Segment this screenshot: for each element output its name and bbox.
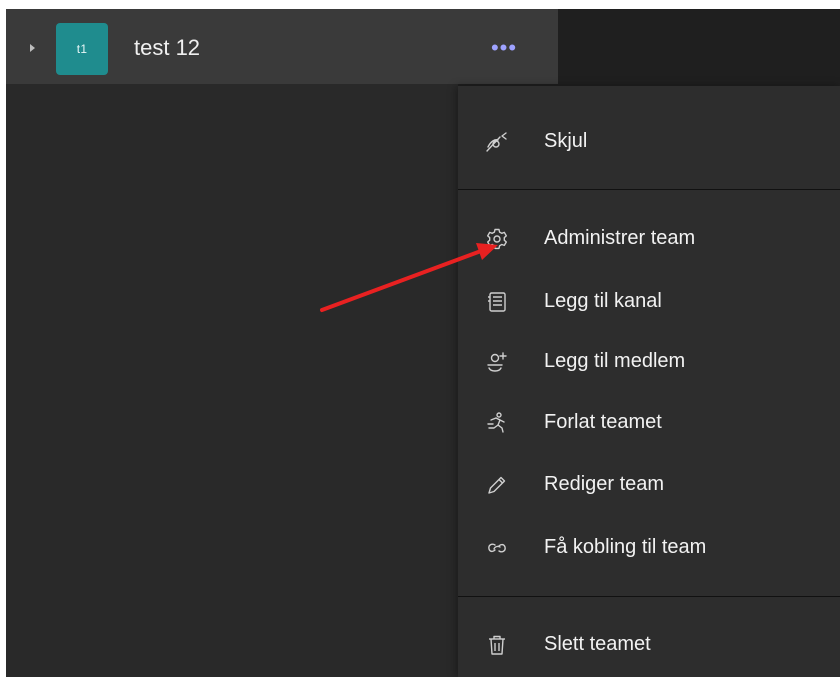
menu-item-add-channel[interactable]: Legg til kanal (458, 276, 840, 328)
menu-item-get-link[interactable]: Få kobling til team (458, 522, 840, 574)
team-avatar: t1 (56, 23, 108, 75)
team-avatar-initials: t1 (76, 42, 88, 56)
team-name: test 12 (134, 35, 201, 60)
more-options-icon: ••• (490, 35, 518, 60)
leave-icon (484, 410, 510, 436)
menu-item-edit-team[interactable]: Rediger team (458, 459, 840, 511)
menu-item-label: Få kobling til team (544, 536, 707, 558)
menu-item-label: Slett teamet (544, 633, 651, 655)
channel-icon (484, 289, 510, 315)
menu-item-label: Rediger team (544, 473, 665, 495)
menu-divider (458, 596, 840, 597)
menu-item-label: Skjul (544, 130, 588, 152)
teams-window: t1 test 12 ••• Skjul Administrer team Le… (6, 9, 840, 677)
trash-icon (484, 632, 510, 658)
menu-item-label: Legg til kanal (544, 290, 662, 312)
team-row[interactable]: t1 test 12 ••• (6, 9, 558, 84)
menu-item-leave-team[interactable]: Forlat teamet (458, 397, 840, 449)
menu-item-label: Administrer team (544, 227, 696, 249)
team-context-menu: Skjul Administrer team Legg til kanal Le… (458, 86, 840, 677)
menu-item-label: Legg til medlem (544, 350, 686, 372)
menu-item-delete-team[interactable]: Slett teamet (458, 619, 840, 671)
menu-item-hide[interactable]: Skjul (458, 116, 840, 168)
menu-item-manage-team[interactable]: Administrer team (458, 213, 840, 265)
pencil-icon (484, 472, 510, 498)
menu-item-label: Forlat teamet (544, 411, 662, 433)
link-icon (484, 535, 510, 561)
menu-divider (458, 189, 840, 190)
menu-item-add-member[interactable]: Legg til medlem (458, 336, 840, 388)
add-member-icon (484, 349, 510, 375)
expand-caret-icon[interactable] (30, 44, 35, 52)
teams-list-pane (6, 9, 458, 677)
more-options-button[interactable]: ••• (480, 35, 528, 61)
gear-icon (484, 226, 510, 252)
hide-icon (484, 129, 510, 155)
